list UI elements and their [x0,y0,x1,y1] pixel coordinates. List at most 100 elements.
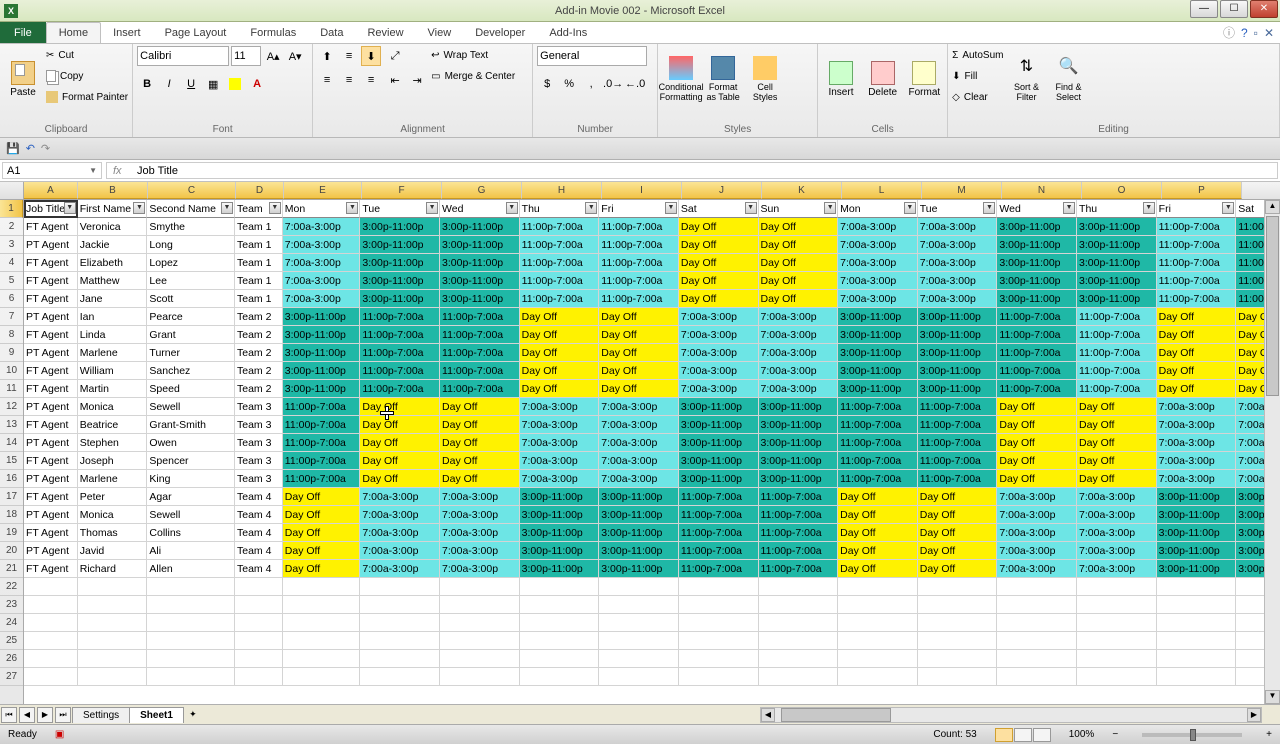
align-left-button[interactable]: ≡ [317,70,337,90]
paste-button[interactable]: Paste [4,46,42,112]
find-select-button[interactable]: 🔍Find & Select [1049,46,1087,112]
shift-cell[interactable]: Day Off [838,524,918,542]
shift-cell[interactable]: Day Off [440,452,520,470]
row-header[interactable]: 25 [0,632,23,650]
shift-cell[interactable]: 3:00p-11:00p [1077,254,1157,272]
format-cells-button[interactable]: Format [905,46,943,112]
shift-cell[interactable]: 11:00p-7:00a [1077,380,1157,398]
shift-cell[interactable]: 11:00p-7:00a [1157,236,1237,254]
empty-cell[interactable] [679,632,759,650]
empty-cell[interactable] [838,632,918,650]
column-header[interactable]: P [1162,182,1242,199]
column-filter-header[interactable]: Mon▼ [838,200,918,218]
shift-cell[interactable]: 11:00p-7:00a [599,218,679,236]
data-cell[interactable]: Team 4 [235,506,283,524]
shift-cell[interactable]: 3:00p-11:00p [838,362,918,380]
shift-cell[interactable]: 11:00p-7:00a [759,488,839,506]
empty-cell[interactable] [147,578,235,596]
shift-cell[interactable]: Day Off [520,344,600,362]
shift-cell[interactable]: 11:00p-7:00a [599,254,679,272]
shift-cell[interactable]: 7:00a-3:00p [599,452,679,470]
shift-cell[interactable]: 7:00a-3:00p [1157,452,1237,470]
row-header[interactable]: 14 [0,434,23,452]
shift-cell[interactable]: 3:00p-11:00p [599,488,679,506]
column-filter-header[interactable]: First Name▼ [78,200,148,218]
shift-cell[interactable]: 3:00p-11:00p [599,506,679,524]
empty-cell[interactable] [838,614,918,632]
empty-cell[interactable] [78,614,148,632]
row-header[interactable]: 15 [0,452,23,470]
shift-cell[interactable]: 7:00a-3:00p [599,434,679,452]
data-cell[interactable]: Allen [147,560,235,578]
column-filter-header[interactable]: Sat▼ [679,200,759,218]
shift-cell[interactable]: 7:00a-3:00p [283,272,361,290]
shrink-font-button[interactable]: A▾ [285,46,305,66]
shift-cell[interactable]: 7:00a-3:00p [1157,398,1237,416]
shift-cell[interactable]: 7:00a-3:00p [1077,560,1157,578]
shift-cell[interactable]: 7:00a-3:00p [679,380,759,398]
shift-cell[interactable]: 3:00p-11:00p [283,380,361,398]
shift-cell[interactable]: 11:00p-7:00a [679,488,759,506]
filter-dropdown-icon[interactable]: ▼ [269,202,281,214]
shift-cell[interactable]: 3:00p-11:00p [520,506,600,524]
column-filter-header[interactable]: Team▼ [235,200,283,218]
shift-cell[interactable]: 3:00p-11:00p [679,398,759,416]
column-header[interactable]: B [78,182,148,199]
macro-record-icon[interactable]: ▣ [55,729,64,740]
empty-cell[interactable] [1157,632,1237,650]
shift-cell[interactable]: 11:00p-7:00a [1077,362,1157,380]
decrease-decimal-button[interactable]: ←.0 [625,74,645,94]
row-header[interactable]: 11 [0,380,23,398]
shift-cell[interactable]: 3:00p-11:00p [1157,506,1237,524]
empty-cell[interactable] [679,650,759,668]
shift-cell[interactable]: 7:00a-3:00p [679,362,759,380]
shift-cell[interactable]: 11:00p-7:00a [1157,254,1237,272]
empty-cell[interactable] [520,596,600,614]
shift-cell[interactable]: 3:00p-11:00p [520,524,600,542]
data-cell[interactable]: Ian [78,308,148,326]
row-header[interactable]: 21 [0,560,23,578]
data-cell[interactable]: Smythe [147,218,235,236]
shift-cell[interactable]: 3:00p-11:00p [679,416,759,434]
shift-cell[interactable]: 11:00p-7:00a [1157,272,1237,290]
shift-cell[interactable]: Day Off [838,506,918,524]
shift-cell[interactable]: Day Off [1077,398,1157,416]
filter-dropdown-icon[interactable]: ▼ [506,202,518,214]
column-filter-header[interactable]: Fri▼ [1157,200,1237,218]
shift-cell[interactable]: Day Off [838,542,918,560]
shift-cell[interactable]: Day Off [838,560,918,578]
data-cell[interactable]: PT Agent [24,506,78,524]
shift-cell[interactable]: 3:00p-11:00p [759,470,839,488]
grow-font-button[interactable]: A▴ [263,46,283,66]
shift-cell[interactable]: 11:00p-7:00a [440,344,520,362]
filter-dropdown-icon[interactable]: ▼ [1222,202,1234,214]
empty-cell[interactable] [147,650,235,668]
empty-cell[interactable] [283,668,361,686]
shift-cell[interactable]: 7:00a-3:00p [759,380,839,398]
tab-formulas[interactable]: Formulas [238,22,308,43]
shift-cell[interactable]: 7:00a-3:00p [997,506,1077,524]
data-cell[interactable]: Grant [147,326,235,344]
shift-cell[interactable]: Day Off [360,398,440,416]
filter-dropdown-icon[interactable]: ▼ [983,202,995,214]
shift-cell[interactable]: Day Off [360,434,440,452]
data-cell[interactable]: FT Agent [24,272,78,290]
empty-cell[interactable] [997,578,1077,596]
shift-cell[interactable]: 7:00a-3:00p [1077,488,1157,506]
data-cell[interactable]: FT Agent [24,218,78,236]
row-header[interactable]: 3 [0,236,23,254]
shift-cell[interactable]: 3:00p-11:00p [997,236,1077,254]
shift-cell[interactable]: 11:00p-7:00a [360,380,440,398]
shift-cell[interactable]: 7:00a-3:00p [1077,542,1157,560]
empty-cell[interactable] [440,614,520,632]
shift-cell[interactable]: 11:00p-7:00a [283,416,361,434]
zoom-slider[interactable] [1142,733,1242,737]
filter-dropdown-icon[interactable]: ▼ [346,202,358,214]
row-header[interactable]: 12 [0,398,23,416]
shift-cell[interactable]: Day Off [1157,380,1237,398]
data-cell[interactable]: Veronica [78,218,148,236]
row-header[interactable]: 18 [0,506,23,524]
empty-cell[interactable] [520,632,600,650]
shift-cell[interactable]: Day Off [1077,416,1157,434]
empty-cell[interactable] [759,668,839,686]
